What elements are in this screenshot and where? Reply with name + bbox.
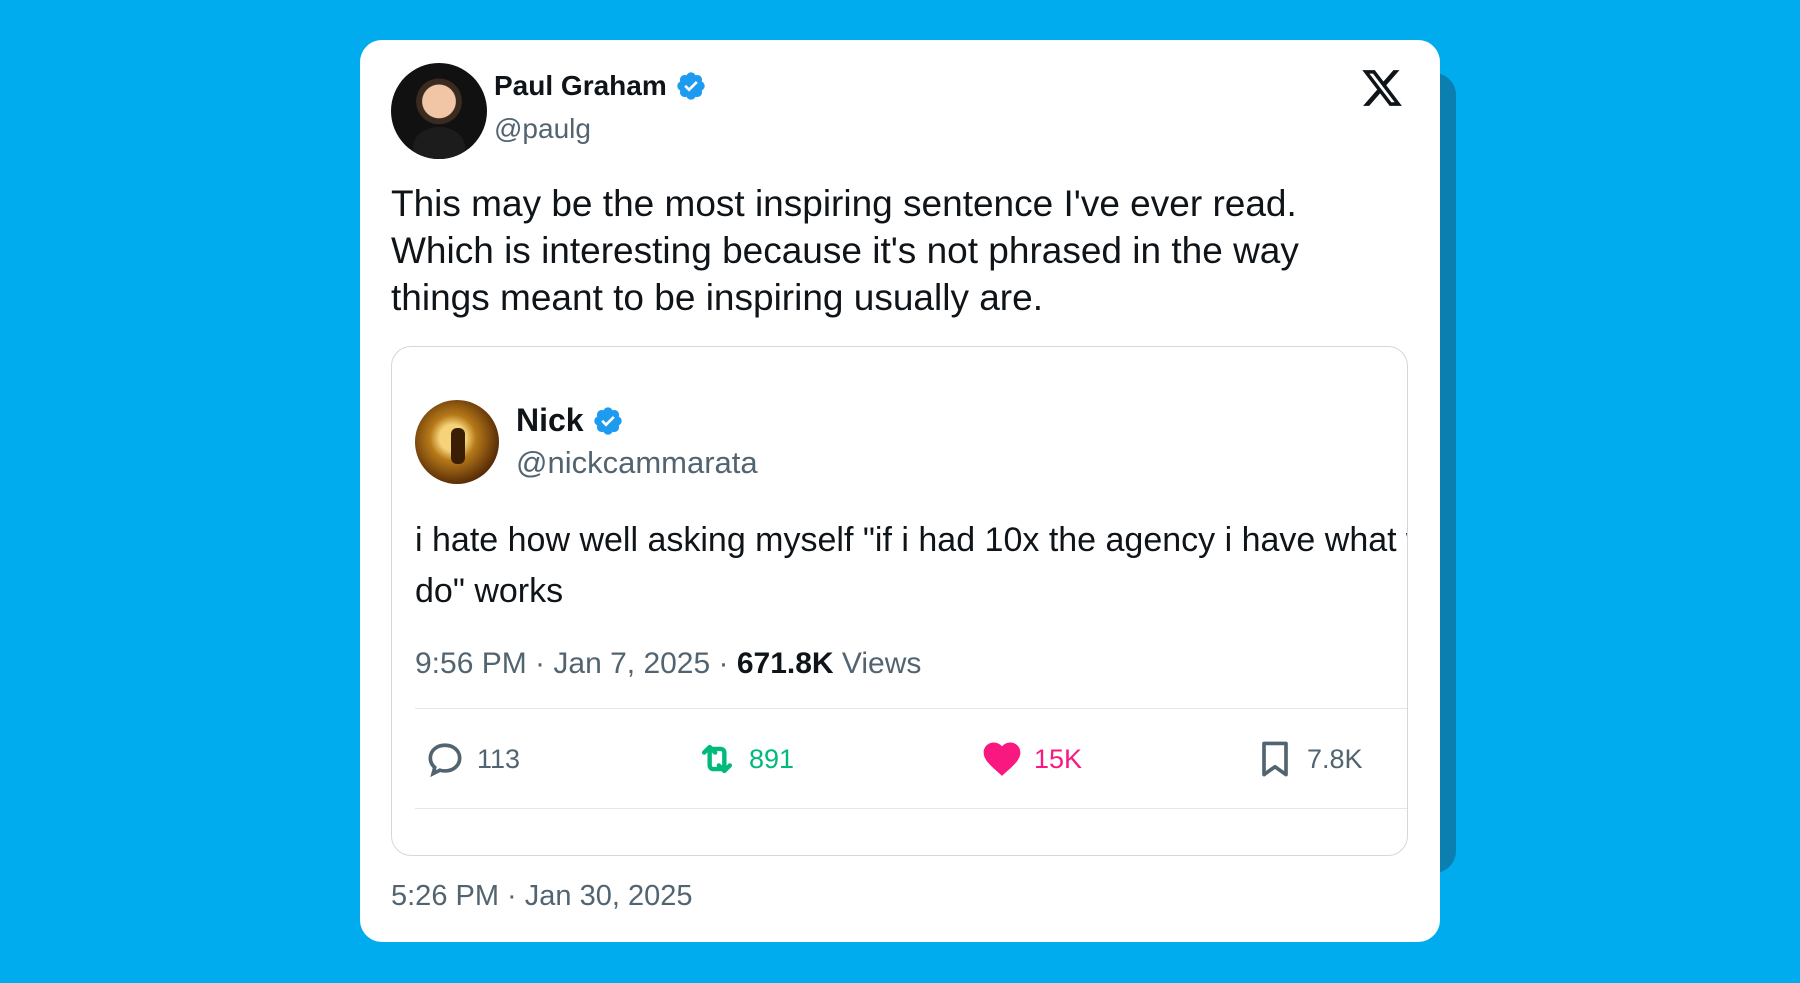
quoted-tweet[interactable]: Nick @nickcammarata i hate how well aski… (391, 346, 1408, 856)
post-timestamp[interactable]: 5:26 PM · Jan 30, 2025 (391, 880, 692, 913)
retweet-button[interactable]: 891 (695, 727, 794, 791)
tweet-card: Paul Graham @paulg This may be the most … (360, 40, 1440, 942)
like-count: 15K (1034, 743, 1083, 774)
views-label: Views (833, 647, 922, 680)
x-logo-icon[interactable] (1360, 66, 1404, 110)
bookmark-count: 7.8K (1307, 743, 1363, 774)
actions-top-divider (415, 708, 1407, 709)
quoted-tweet-text: i hate how well asking myself "if i had … (415, 521, 1408, 610)
retweet-count: 891 (749, 743, 795, 774)
bookmark-button[interactable]: 7.8K (1253, 727, 1363, 791)
quoted-author-handle[interactable]: @nickcammarata (516, 445, 758, 481)
author-handle[interactable]: @paulg (494, 113, 591, 145)
views-count: 671.8K (736, 647, 834, 680)
reply-icon (428, 743, 462, 778)
reply-count: 113 (477, 743, 521, 774)
actions-bottom-divider (415, 808, 1407, 809)
quoted-tweet-meta: 9:56 PM · Jan 7, 2025 · 671.8K Views (415, 647, 921, 681)
verified-badge-icon (675, 70, 707, 102)
quoted-verified-badge-icon (592, 405, 624, 437)
reply-button[interactable]: 113 (423, 727, 520, 791)
author-name-row[interactable]: Paul Graham (494, 70, 707, 102)
background-stage: Paul Graham @paulg This may be the most … (0, 0, 1800, 983)
quoted-author-avatar[interactable] (415, 400, 499, 484)
heart-icon (983, 742, 1021, 776)
quoted-tweet-actions: 113 891 15K 7.8K (415, 727, 1370, 791)
quoted-author-name-row[interactable]: Nick (516, 402, 624, 439)
quoted-tweet-timestamp[interactable]: 9:56 PM · Jan 7, 2025 · (415, 647, 737, 680)
like-button[interactable]: 15K (980, 727, 1082, 791)
tweet-text: This may be the most inspiring sentence … (391, 183, 1299, 318)
retweet-icon (701, 744, 733, 774)
author-name[interactable]: Paul Graham (494, 70, 667, 102)
quoted-author-name[interactable]: Nick (516, 402, 584, 439)
author-avatar[interactable] (391, 63, 487, 159)
bookmark-icon (1262, 741, 1288, 777)
